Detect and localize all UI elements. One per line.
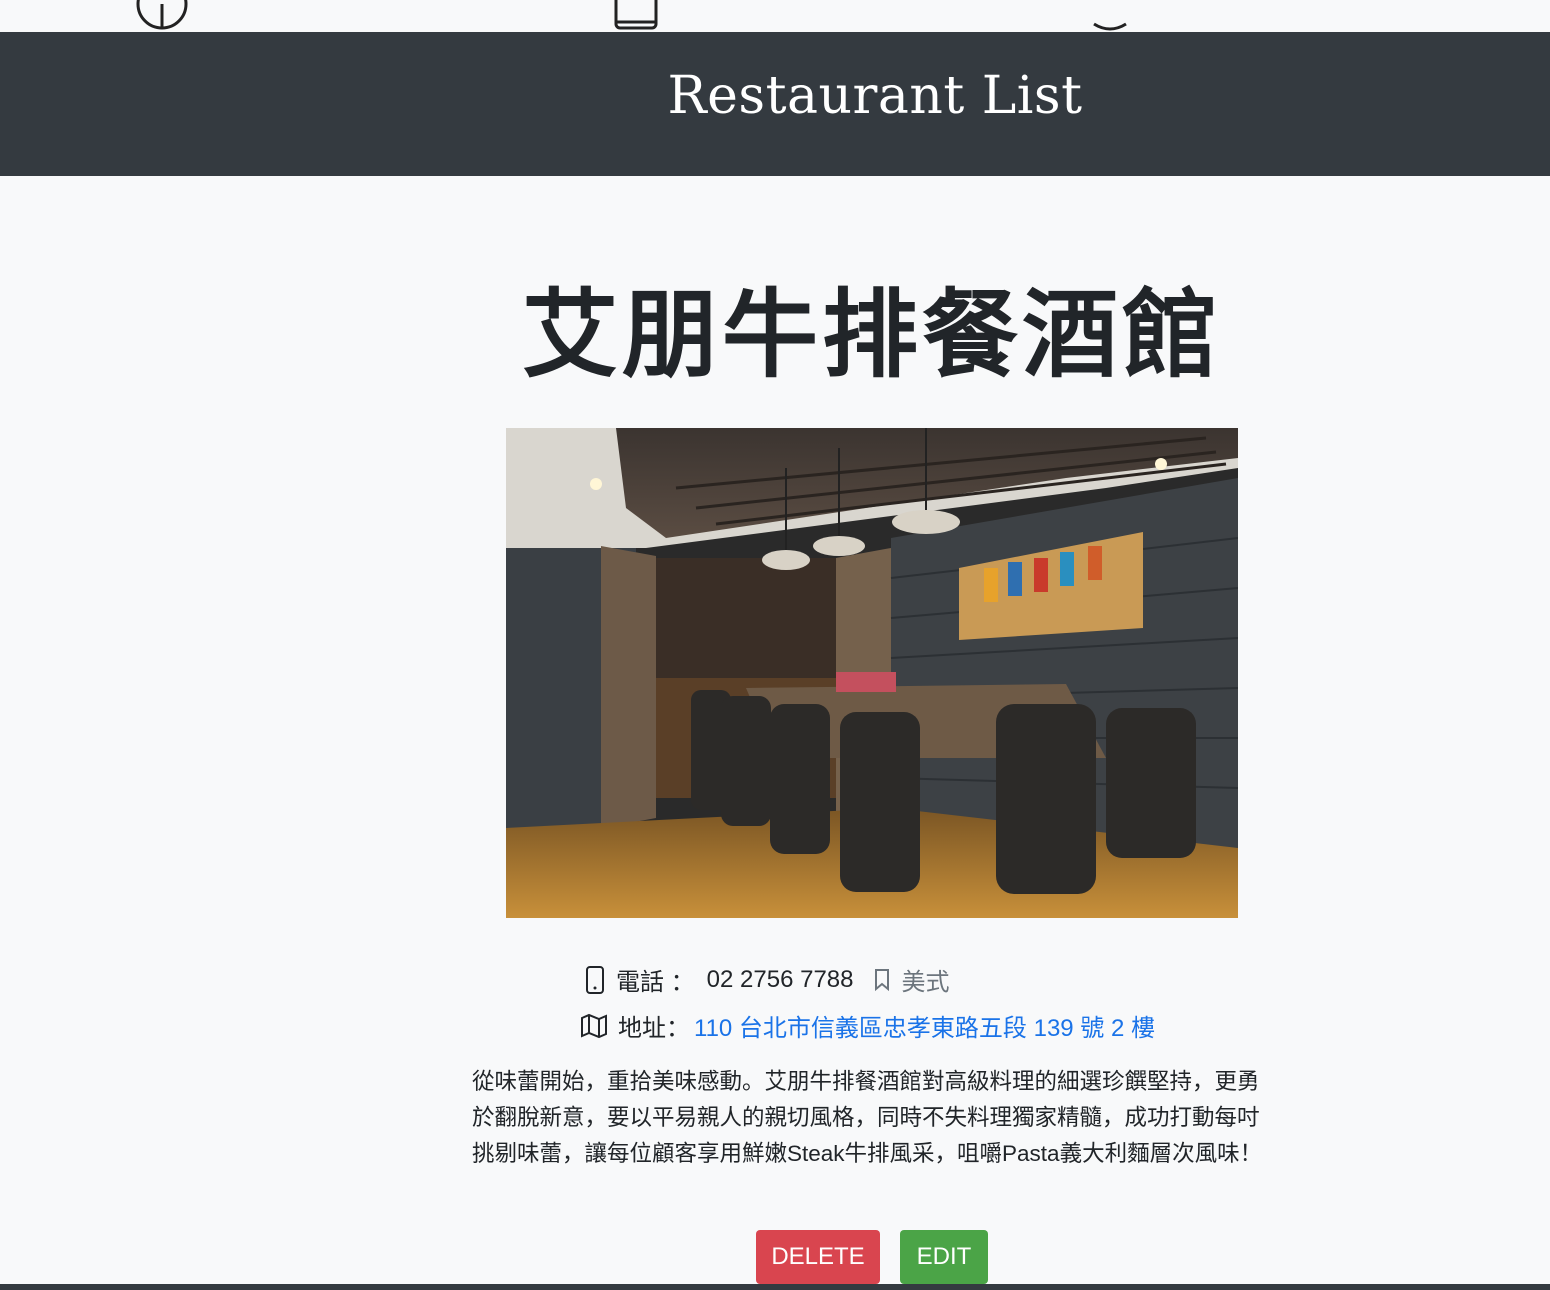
phone-label: 電話 ： xyxy=(616,969,695,996)
phone-number: 02 2756 7788 xyxy=(706,965,854,993)
navbar-brand[interactable]: Restaurant List xyxy=(0,66,1550,126)
top-icon-strip xyxy=(0,0,1550,32)
map-icon xyxy=(580,1013,608,1039)
address-label: 地址： xyxy=(618,1015,690,1042)
footer-bar xyxy=(0,1284,1550,1290)
address-line: 地址： 110 台北市信義區忠孝東路五段 139 號 2 樓 xyxy=(580,1008,1155,1043)
navbar: Restaurant List xyxy=(0,32,1550,176)
restaurant-photo xyxy=(506,428,1238,918)
compass-icon xyxy=(136,0,188,30)
address-link[interactable]: 110 台北市信義區忠孝東路五段 139 號 2 樓 xyxy=(694,1008,1155,1043)
delete-button[interactable]: DELETE xyxy=(756,1230,880,1284)
document-icon xyxy=(614,0,658,30)
bookmark-icon xyxy=(873,968,891,992)
restaurant-description: 從味蕾開始，重拾美味感動。艾朋牛排餐酒館對高級料理的細選珍饌堅持，更勇於翻脫新意… xyxy=(472,1069,1263,1166)
restaurant-name: 艾朋牛排餐酒館 xyxy=(522,282,1222,389)
restaurant-category: 美式 xyxy=(901,969,950,996)
phone-icon xyxy=(584,965,606,995)
phone-line: 電話 ： 02 2756 7788 美式 xyxy=(584,962,949,997)
edit-button[interactable]: EDIT xyxy=(900,1230,988,1284)
circle-icon xyxy=(1093,22,1127,31)
